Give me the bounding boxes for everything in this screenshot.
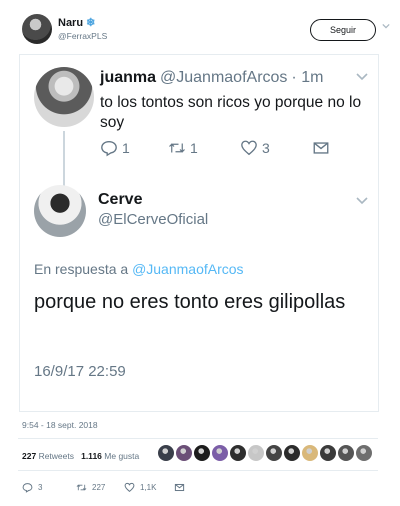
- tweet1-actions: 1 1 3: [100, 139, 360, 159]
- tweet2-text: porque no eres tonto eres gilipollas: [34, 291, 346, 313]
- tweet1-text: to los tontos son ricos yo porque no lo …: [100, 94, 362, 131]
- tweet1-retweet: 1: [168, 139, 198, 157]
- liker-avatar[interactable]: [248, 445, 264, 461]
- envelope-icon: [174, 483, 185, 492]
- reply-icon: [22, 483, 33, 493]
- likers-avatars: [158, 445, 374, 463]
- tweet1-like: 3: [240, 139, 270, 157]
- liker-avatar[interactable]: [320, 445, 336, 461]
- liker-avatar[interactable]: [230, 445, 246, 461]
- liker-avatar[interactable]: [302, 445, 318, 461]
- liker-avatar[interactable]: [194, 445, 210, 461]
- reply-context: En respuesta a @JuanmaofArcos: [34, 261, 244, 277]
- tweet-stats: 227 Retweets 1.116 Me gusta: [22, 451, 139, 461]
- tweet1-handle: @JuanmaofArcos: [160, 69, 288, 86]
- reply-prefix: En respuesta a: [34, 261, 129, 277]
- liker-avatar[interactable]: [338, 445, 354, 461]
- tweet2-name: Cerve: [98, 191, 143, 208]
- like-count: 1,1K: [140, 483, 157, 492]
- avatar[interactable]: [22, 14, 52, 44]
- tweet1-reply: 1: [100, 139, 130, 157]
- heart-icon: [124, 482, 135, 492]
- liker-avatar[interactable]: [284, 445, 300, 461]
- tweet1-header: juanma @JuanmaofArcos · 1m: [100, 69, 323, 87]
- reply-handle: @JuanmaofArcos: [132, 261, 244, 277]
- tweet1-reply-count: 1: [122, 140, 130, 156]
- divider: [18, 438, 378, 439]
- retweet-button[interactable]: 227: [76, 482, 105, 493]
- likes-count: 1.116: [81, 451, 102, 461]
- liker-avatar[interactable]: [266, 445, 282, 461]
- tweet2-date: 16/9/17 22:59: [34, 363, 126, 380]
- reply-button[interactable]: 3: [22, 482, 42, 493]
- tweet1-name: juanma: [100, 69, 157, 86]
- embedded-screenshot: juanma @JuanmaofArcos · 1m to los tontos s…: [19, 54, 379, 412]
- tweet1-time: · 1m: [291, 69, 324, 86]
- tweet-actions: 3 227 1,1K: [22, 482, 222, 496]
- retweets-count: 227: [22, 451, 37, 461]
- tweet1-dm: [312, 139, 334, 157]
- liker-avatar[interactable]: [356, 445, 372, 461]
- chevron-down-icon[interactable]: [382, 22, 390, 30]
- chevron-down-icon: [356, 197, 368, 205]
- outer-tweet-header: Naru ❄ @FerraxPLS Seguir: [22, 12, 390, 48]
- liker-avatar[interactable]: [158, 445, 174, 461]
- tweet1-retweet-count: 1: [190, 140, 198, 156]
- avatar: [34, 185, 86, 237]
- retweet-icon: [76, 484, 87, 491]
- tweet1-like-count: 3: [262, 140, 270, 156]
- heart-icon: [241, 140, 257, 156]
- follow-button[interactable]: Seguir: [310, 19, 376, 41]
- like-button[interactable]: 1,1K: [124, 482, 156, 493]
- retweet-icon: [169, 143, 185, 153]
- reply-icon: [101, 141, 117, 157]
- tweet-timestamp[interactable]: 9:54 - 18 sept. 2018: [22, 420, 98, 430]
- liker-avatar[interactable]: [176, 445, 192, 461]
- display-name[interactable]: Naru ❄: [58, 16, 95, 29]
- likes-stat[interactable]: 1.116 Me gusta: [81, 451, 139, 461]
- avatar: [34, 67, 94, 127]
- reply-count: 3: [38, 483, 43, 492]
- retweets-label: Retweets: [38, 451, 74, 461]
- likes-label: Me gusta: [104, 451, 140, 461]
- snowflake-icon: ❄: [86, 17, 96, 29]
- retweet-count: 227: [92, 483, 106, 492]
- divider: [18, 470, 378, 471]
- user-handle[interactable]: @FerraxPLS: [58, 31, 107, 41]
- dm-button[interactable]: [174, 482, 190, 493]
- envelope-icon: [313, 142, 329, 154]
- liker-avatar[interactable]: [212, 445, 228, 461]
- tweet2-handle: @ElCerveOficial: [98, 211, 209, 228]
- chevron-down-icon: [356, 73, 368, 81]
- display-name-text: Naru: [58, 17, 84, 29]
- retweets-stat[interactable]: 227 Retweets: [22, 451, 74, 461]
